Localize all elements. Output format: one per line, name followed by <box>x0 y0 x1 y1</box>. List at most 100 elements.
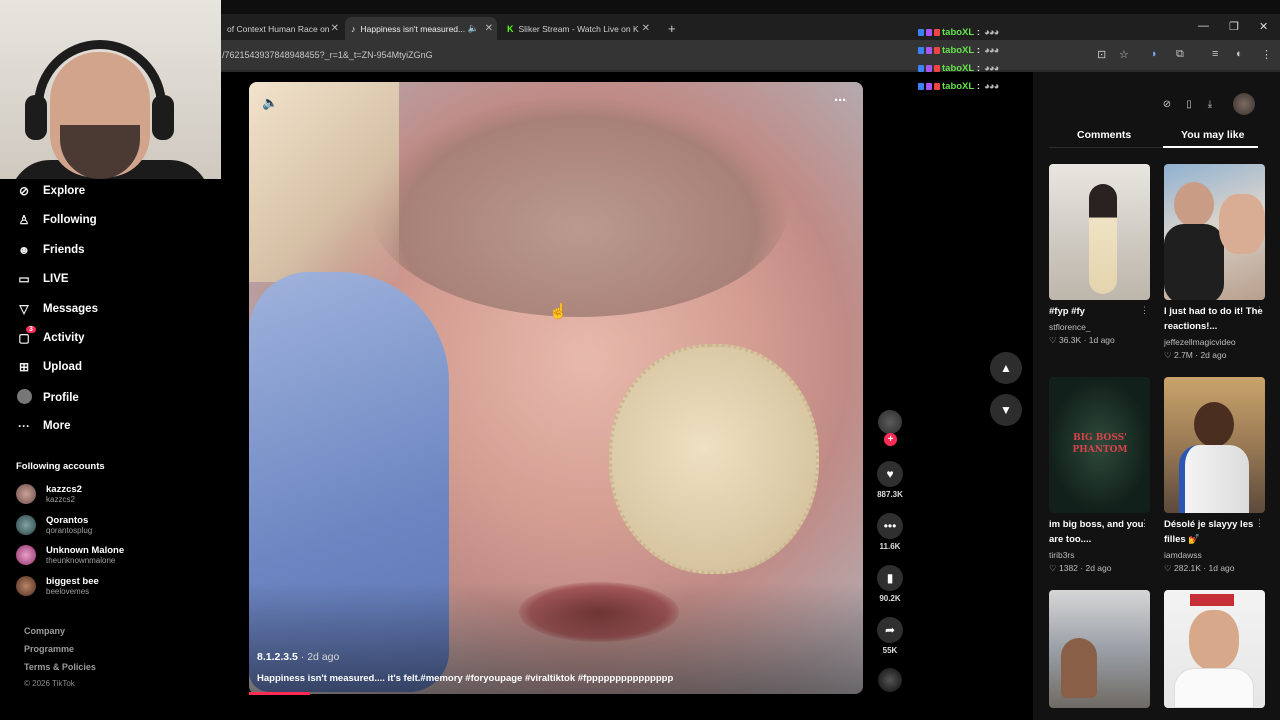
mute-icon[interactable]: 🔈 <box>262 95 278 111</box>
close-tab-icon[interactable]: ✕ <box>331 23 339 34</box>
avatar-icon <box>16 389 32 407</box>
card-age: 1d ago <box>1208 563 1235 573</box>
headphone-cup <box>25 95 47 140</box>
close-tab-icon[interactable]: ✕ <box>485 23 493 34</box>
sidebar-item-friends[interactable]: ☻ Friends <box>16 243 85 257</box>
account-item[interactable]: biggest bee beelovemes <box>16 576 99 596</box>
sidebar-item-label: More <box>43 420 71 432</box>
card-more-icon[interactable]: ⋮ <box>1140 305 1149 316</box>
video-thumbnail[interactable]: BIG BOSS' PHANTOM <box>1049 377 1150 513</box>
card-more-icon[interactable]: ⋮ <box>1140 518 1149 529</box>
card-more-icon[interactable]: ⋮ <box>1255 518 1264 529</box>
tab-you-may-like[interactable]: You may like <box>1181 129 1244 141</box>
download-icon[interactable]: ⤓ <box>1202 96 1218 112</box>
video-thumbnail[interactable] <box>1164 377 1265 513</box>
tab-comments[interactable]: Comments <box>1077 129 1131 141</box>
comment-button[interactable]: ••• 11.6K <box>876 513 904 551</box>
video-frame-eye-patch <box>609 344 819 574</box>
sidebar-item-profile[interactable]: Profile <box>16 389 79 407</box>
account-name: Qorantos <box>46 515 89 526</box>
card-title[interactable]: Désolé je slayyy les filles 💅 <box>1164 517 1264 547</box>
footer-link-company[interactable]: Company <box>24 626 65 636</box>
user-avatar[interactable] <box>1233 93 1255 115</box>
author-name: 8.1.2.3.5 <box>257 651 298 663</box>
card-user[interactable]: jeffezellmagicvideo <box>1164 337 1236 347</box>
sidebar-item-more[interactable]: ··· More <box>16 419 70 433</box>
card-meta: ♡ 36.3K · 1d ago <box>1049 335 1115 345</box>
card-more-icon[interactable]: ⋮ <box>1255 305 1264 316</box>
card-user[interactable]: stflorence_ <box>1049 322 1091 332</box>
browser-tab-active[interactable]: ♪ Happiness isn't measured... 🔈 ✕ <box>345 17 497 40</box>
paper-plane-icon: ▽ <box>19 302 29 316</box>
video-author[interactable]: 8.1.2.3.5 · 2d ago <box>257 651 339 663</box>
profile-icon[interactable]: ◐ <box>1236 48 1243 60</box>
video-thumbnail[interactable] <box>1049 164 1150 300</box>
like-button[interactable]: ♥ 887.3K <box>876 461 904 499</box>
share-button[interactable]: ➦ 55K <box>876 617 904 655</box>
next-video-button[interactable]: ▼ <box>990 394 1022 426</box>
account-item[interactable]: kazzcs2 kazzcs2 <box>16 484 82 504</box>
card-meta: ♡ 1382 · 2d ago <box>1049 563 1112 573</box>
account-name: Unknown Malone <box>46 545 125 556</box>
more-options-icon[interactable]: ··· <box>834 92 847 109</box>
chat-username: taboXL <box>942 81 975 92</box>
creator-avatar[interactable] <box>878 410 902 434</box>
follow-plus-icon[interactable]: + <box>884 433 897 446</box>
browser-tab-1[interactable]: of Context Human Race on ✕ <box>221 17 343 40</box>
sidebar-item-label: Upload <box>43 361 82 373</box>
sidebar-item-label: Explore <box>43 185 86 197</box>
bookmark-star-icon[interactable]: ☆ <box>1119 48 1129 61</box>
minimize-icon[interactable]: — <box>1198 20 1209 32</box>
card-title[interactable]: I just had to do it! The reactions!... <box>1164 304 1264 334</box>
puzzle-icon[interactable]: ⧉ <box>1176 48 1184 61</box>
sidebar-item-following[interactable]: ♙ Following <box>16 213 97 227</box>
sidebar-item-label: Following <box>43 214 97 226</box>
video-thumbnail[interactable] <box>1164 164 1265 300</box>
install-app-icon[interactable]: ⊡ <box>1097 48 1106 61</box>
speaker-icon[interactable]: 🔈 <box>468 23 479 34</box>
maximize-icon[interactable]: ❐ <box>1229 20 1239 33</box>
chat-badge-icon <box>934 65 940 72</box>
card-user[interactable]: iamdawss <box>1164 550 1202 560</box>
sidebar-item-upload[interactable]: ⊞ Upload <box>16 360 82 374</box>
close-window-icon[interactable]: ✕ <box>1259 20 1268 33</box>
browser-menu-icon[interactable]: ⋮ <box>1261 48 1272 61</box>
account-item[interactable]: Unknown Malone theunknownmalone <box>16 545 124 565</box>
compass-icon[interactable]: ⊘ <box>1159 96 1175 112</box>
sidebar-item-label: Activity <box>43 332 85 344</box>
chat-emotes: ◕◕◕ <box>984 81 999 92</box>
media-queue-icon[interactable]: ≡ <box>1212 48 1218 60</box>
music-disc-icon[interactable] <box>878 668 902 692</box>
share-arrow-icon: ➦ <box>877 617 903 643</box>
sidebar-item-live[interactable]: ▭ LIVE <box>16 272 68 286</box>
video-player[interactable] <box>249 82 863 694</box>
video-progress-bar[interactable] <box>249 692 310 695</box>
avatar <box>16 576 36 596</box>
video-thumbnail[interactable] <box>1164 590 1265 708</box>
footer-link-programme[interactable]: Programme <box>24 644 74 654</box>
new-tab-button[interactable]: + <box>662 17 680 40</box>
phone-icon[interactable]: ▯ <box>1181 96 1197 112</box>
card-title[interactable]: im big boss, and you are too.... <box>1049 517 1149 547</box>
account-item[interactable]: Qorantos qorantosplug <box>16 515 92 535</box>
card-meta: ♡ 2.7M · 2d ago <box>1164 350 1227 360</box>
heart-outline-icon: ♡ <box>1049 563 1059 573</box>
previous-video-button[interactable]: ▲ <box>990 352 1022 384</box>
extension-icon[interactable]: ◗ <box>1151 48 1158 60</box>
avatar <box>16 545 36 565</box>
sidebar-item-activity[interactable]: ▢ 3 Activity <box>16 326 85 345</box>
close-tab-icon[interactable]: ✕ <box>642 23 650 34</box>
sidebar-item-messages[interactable]: ▽ Messages <box>16 302 98 316</box>
sidebar-item-explore[interactable]: ⊘ Explore <box>16 184 85 198</box>
card-user[interactable]: tirib3rs <box>1049 550 1075 560</box>
footer-link-terms[interactable]: Terms & Policies <box>24 662 96 672</box>
url-field[interactable]: /7621543937848948455?_r=1&_t=ZN-954MtyiZ… <box>222 50 433 60</box>
chat-badge-icon <box>918 47 924 54</box>
chat-badge-icon <box>918 65 924 72</box>
heart-icon: ♥ <box>877 461 903 487</box>
card-title[interactable]: #fyp #fy <box>1049 304 1149 319</box>
video-thumbnail[interactable] <box>1049 590 1150 708</box>
plus-square-icon: ⊞ <box>18 360 30 374</box>
save-button[interactable]: ▮ 90.2K <box>876 565 904 603</box>
browser-tab-3[interactable]: K Sliker Stream - Watch Live on K ✕ <box>501 17 654 40</box>
